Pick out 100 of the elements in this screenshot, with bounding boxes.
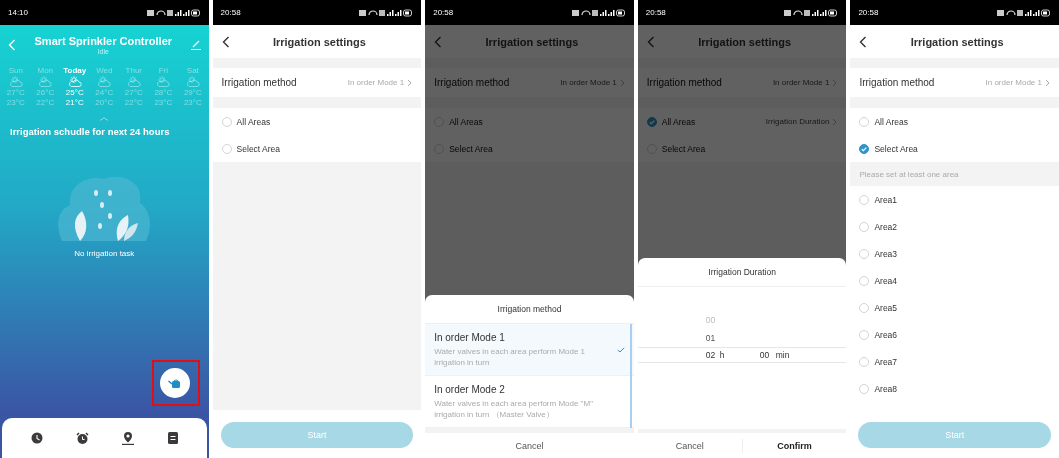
partly-cloudy-icon [38,76,53,87]
status-icons-drawing [146,8,201,17]
collapse-caret-icon[interactable] [99,117,110,121]
day-label: Sun [8,66,23,75]
status-time: 14:10 [8,8,29,17]
sheet-title: Irrigation method [497,304,562,314]
dial-icon[interactable] [30,432,43,444]
back-icon[interactable] [859,35,868,48]
status-icons-drawing [784,8,839,17]
option-name: In order Mode 2 [434,384,505,395]
watering-button[interactable] [159,368,190,398]
high-temp: 28°C [154,88,173,97]
row-value: In order Mode 1 [347,78,405,87]
watering-can-icon [167,377,182,389]
day-label: Fri [158,66,168,75]
low-temp: 23°C [154,98,173,107]
chevron-right-icon [1044,78,1050,87]
sheet-title: Irrigation Duration [708,267,776,277]
option-label: Select Area [236,143,281,154]
day-label: Sat [186,66,199,75]
area-label: Area4 [874,275,898,286]
option-label: All Areas [449,116,483,127]
cancel-button[interactable]: Cancel [509,438,550,453]
partly-cloudy-icon [8,76,23,87]
status-icons-drawing [571,8,626,17]
hour-value[interactable]: 00 [705,315,720,325]
forecast-day[interactable]: Today 25°C 21°C [60,65,90,108]
option-description: Water valves in each area perform Mode "M" irrigation in turn （Master Valve） [434,398,594,420]
status-time: 20:58 [433,8,454,17]
partly-cloudy-icon [67,76,82,87]
low-temp: 21°C [65,98,84,107]
irrigation-method-row[interactable]: Irrigation method In order Mode 1 [212,68,422,97]
radio-button[interactable] [859,143,870,154]
hour-value[interactable]: 01 [705,333,720,343]
partly-cloudy-icon [97,76,112,87]
area-label: Area2 [874,221,898,232]
status-time: 20:58 [220,8,241,17]
row-value: In order Mode 1 [985,78,1042,87]
screen-title: Smart Sprinkler Controller [34,35,173,47]
check-icon [616,347,625,353]
area-label: Area3 [874,248,898,259]
row-label: Irrigation method [221,77,297,88]
chevron-right-icon [407,78,413,87]
high-temp: 24°C [95,88,114,97]
back-icon[interactable] [221,35,230,48]
option-value: Irrigation Duration [765,117,830,126]
screen-title: Irrigation settings [698,35,792,48]
high-temp: 29°C [183,88,202,97]
section-heading: Irrigation schudle for next 24 hours [10,126,171,137]
cancel-button[interactable]: Cancel [637,438,742,453]
option-label: Select Area [874,143,918,154]
minute-value[interactable]: 00 [759,350,776,360]
low-temp: 23°C [6,98,25,107]
area-label: Area5 [874,302,898,313]
hour-value[interactable]: 02 [705,350,720,360]
row-label: Irrigation method [859,77,935,88]
day-label: Today [63,66,87,75]
screen-title: Irrigation settings [910,35,1004,48]
area-label: Area8 [874,383,898,394]
low-temp: 23°C [183,98,202,107]
edit-icon[interactable] [190,40,201,50]
row-label: Irrigation method [646,77,722,88]
high-temp: 25°C [65,88,84,97]
document-icon[interactable] [167,432,178,444]
chevron-right-icon [832,117,838,126]
option-label: All Areas [236,116,271,127]
status-icons-drawing [359,8,414,17]
area-label: Area1 [874,194,898,205]
status-time: 20:58 [858,8,879,17]
option-label: All Areas [874,116,908,127]
area-label: Area7 [874,356,898,367]
option-label: All Areas [661,116,696,127]
screen-title: Irrigation settings [272,35,366,48]
alarm-clock-icon[interactable] [76,431,90,445]
map-pin-icon[interactable] [122,431,135,445]
partly-cloudy-icon [126,76,141,87]
day-label: Thur [125,66,143,75]
chevron-right-icon [619,78,625,87]
area-label: Area6 [874,329,898,340]
chevron-right-icon [832,78,838,87]
method-option[interactable]: In order Mode 1 Water valves in each area perform Mode 1 irrigation in turn [425,324,634,376]
low-temp: 20°C [95,98,114,107]
notice-text: Please set at least one area [850,162,1059,186]
high-temp: 27°C [124,88,143,97]
screen-title: Irrigation settings [485,35,579,48]
option-name: In order Mode 1 [434,332,505,343]
high-temp: 27°C [6,88,25,97]
unit-label: min [775,350,790,360]
status-time: 20:58 [645,8,666,17]
partly-cloudy-icon [185,76,200,87]
option-label: Select Area [449,143,493,154]
option-description: Water valves in each area perform Mode 1 irrigation in turn [434,346,587,368]
day-label: Wed [96,66,113,75]
low-temp: 22°C [124,98,143,107]
partly-cloudy-icon [156,76,171,87]
irrigation-method-row[interactable]: Irrigation method In order Mode 1 [850,68,1059,97]
confirm-button[interactable]: Confirm [742,438,847,453]
empty-state-text: No irrigation task [74,249,135,258]
radio-button[interactable] [646,116,657,127]
row-label: Irrigation method [434,77,510,88]
